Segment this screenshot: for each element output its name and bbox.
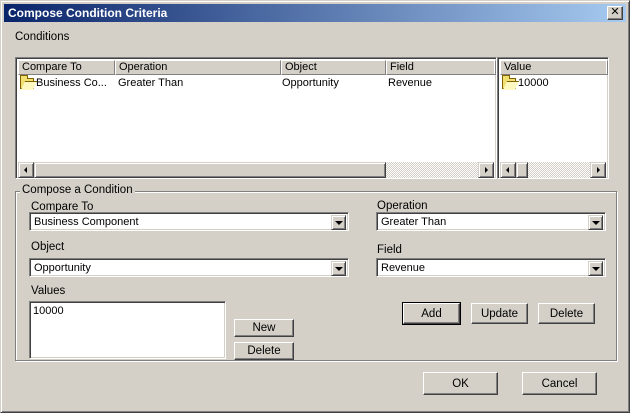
scroll-left-button[interactable]	[18, 162, 34, 178]
conditions-list-header: Compare To Operation Object Field	[18, 60, 496, 75]
conditions-list[interactable]: Compare To Operation Object Field Busine…	[15, 57, 497, 179]
object-value: Opportunity	[34, 262, 91, 274]
operation-select[interactable]: Greater Than	[376, 212, 606, 231]
column-header-operation[interactable]: Operation	[115, 60, 281, 75]
value-list-header: Value	[500, 60, 608, 75]
conditions-label: Conditions	[15, 31, 70, 43]
scroll-thumb[interactable]	[516, 162, 528, 178]
compare-to-value: Business Component	[34, 216, 139, 228]
row-field: Revenue	[388, 77, 433, 89]
scroll-thumb[interactable]	[34, 162, 386, 178]
row-compare-to: Business Co...	[36, 77, 107, 89]
chevron-down-icon	[592, 221, 600, 225]
field-value: Revenue	[381, 262, 426, 274]
update-button[interactable]: Update	[471, 303, 528, 324]
conditions-hscrollbar[interactable]	[18, 162, 494, 178]
operation-dropdown-button[interactable]	[588, 215, 603, 230]
object-dropdown-button[interactable]	[331, 261, 346, 276]
new-button[interactable]: New	[234, 319, 294, 337]
value-list[interactable]: Value 10000	[497, 57, 609, 179]
chevron-down-icon	[335, 221, 343, 225]
column-header-object[interactable]: Object	[281, 60, 386, 75]
chevron-down-icon	[335, 267, 343, 271]
ok-button[interactable]: OK	[423, 372, 498, 395]
delete-button[interactable]: Delete	[538, 303, 595, 324]
compare-to-select[interactable]: Business Component	[29, 212, 349, 231]
title-bar[interactable]: Compose Condition Criteria ✕	[4, 4, 626, 22]
column-header-compare-to[interactable]: Compare To	[18, 60, 115, 75]
arrow-right-icon	[597, 167, 600, 173]
value-hscrollbar[interactable]	[500, 162, 606, 178]
arrow-right-icon	[485, 167, 488, 173]
close-icon: ✕	[610, 6, 620, 18]
close-button[interactable]: ✕	[607, 6, 623, 20]
add-button[interactable]: Add	[402, 302, 461, 325]
field-dropdown-button[interactable]	[588, 261, 603, 276]
scroll-right-button[interactable]	[478, 162, 494, 178]
folder-icon	[502, 75, 516, 89]
compose-condition-label: Compose a Condition	[20, 184, 135, 196]
row-value: 10000	[518, 77, 549, 89]
field-select[interactable]: Revenue	[376, 258, 606, 277]
values-input[interactable]: 10000	[29, 301, 226, 359]
chevron-down-icon	[592, 267, 600, 271]
window-title: Compose Condition Criteria	[8, 6, 168, 20]
list-item[interactable]: 10000	[500, 75, 606, 91]
column-header-field[interactable]: Field	[386, 60, 496, 75]
table-row[interactable]: Business Co... Greater Than Opportunity …	[18, 75, 494, 91]
delete-value-button[interactable]: Delete	[234, 342, 294, 360]
cancel-button[interactable]: Cancel	[522, 372, 597, 395]
scroll-right-button[interactable]	[590, 162, 606, 178]
row-operation: Greater Than	[118, 77, 184, 89]
arrow-left-icon	[506, 167, 509, 173]
operation-value: Greater Than	[381, 216, 447, 228]
values-input-text: 10000	[33, 305, 64, 317]
scroll-left-button[interactable]	[500, 162, 516, 178]
object-label: Object	[31, 241, 65, 253]
row-object: Opportunity	[282, 77, 339, 89]
values-label: Values	[31, 285, 66, 297]
compare-to-dropdown-button[interactable]	[331, 215, 346, 230]
column-header-value[interactable]: Value	[500, 60, 608, 75]
operation-label: Operation	[377, 200, 428, 212]
object-select[interactable]: Opportunity	[29, 258, 349, 277]
compose-condition-dialog: Compose Condition Criteria ✕ Conditions …	[0, 0, 630, 413]
arrow-left-icon	[24, 167, 27, 173]
field-label: Field	[377, 244, 402, 256]
folder-icon	[20, 75, 34, 89]
